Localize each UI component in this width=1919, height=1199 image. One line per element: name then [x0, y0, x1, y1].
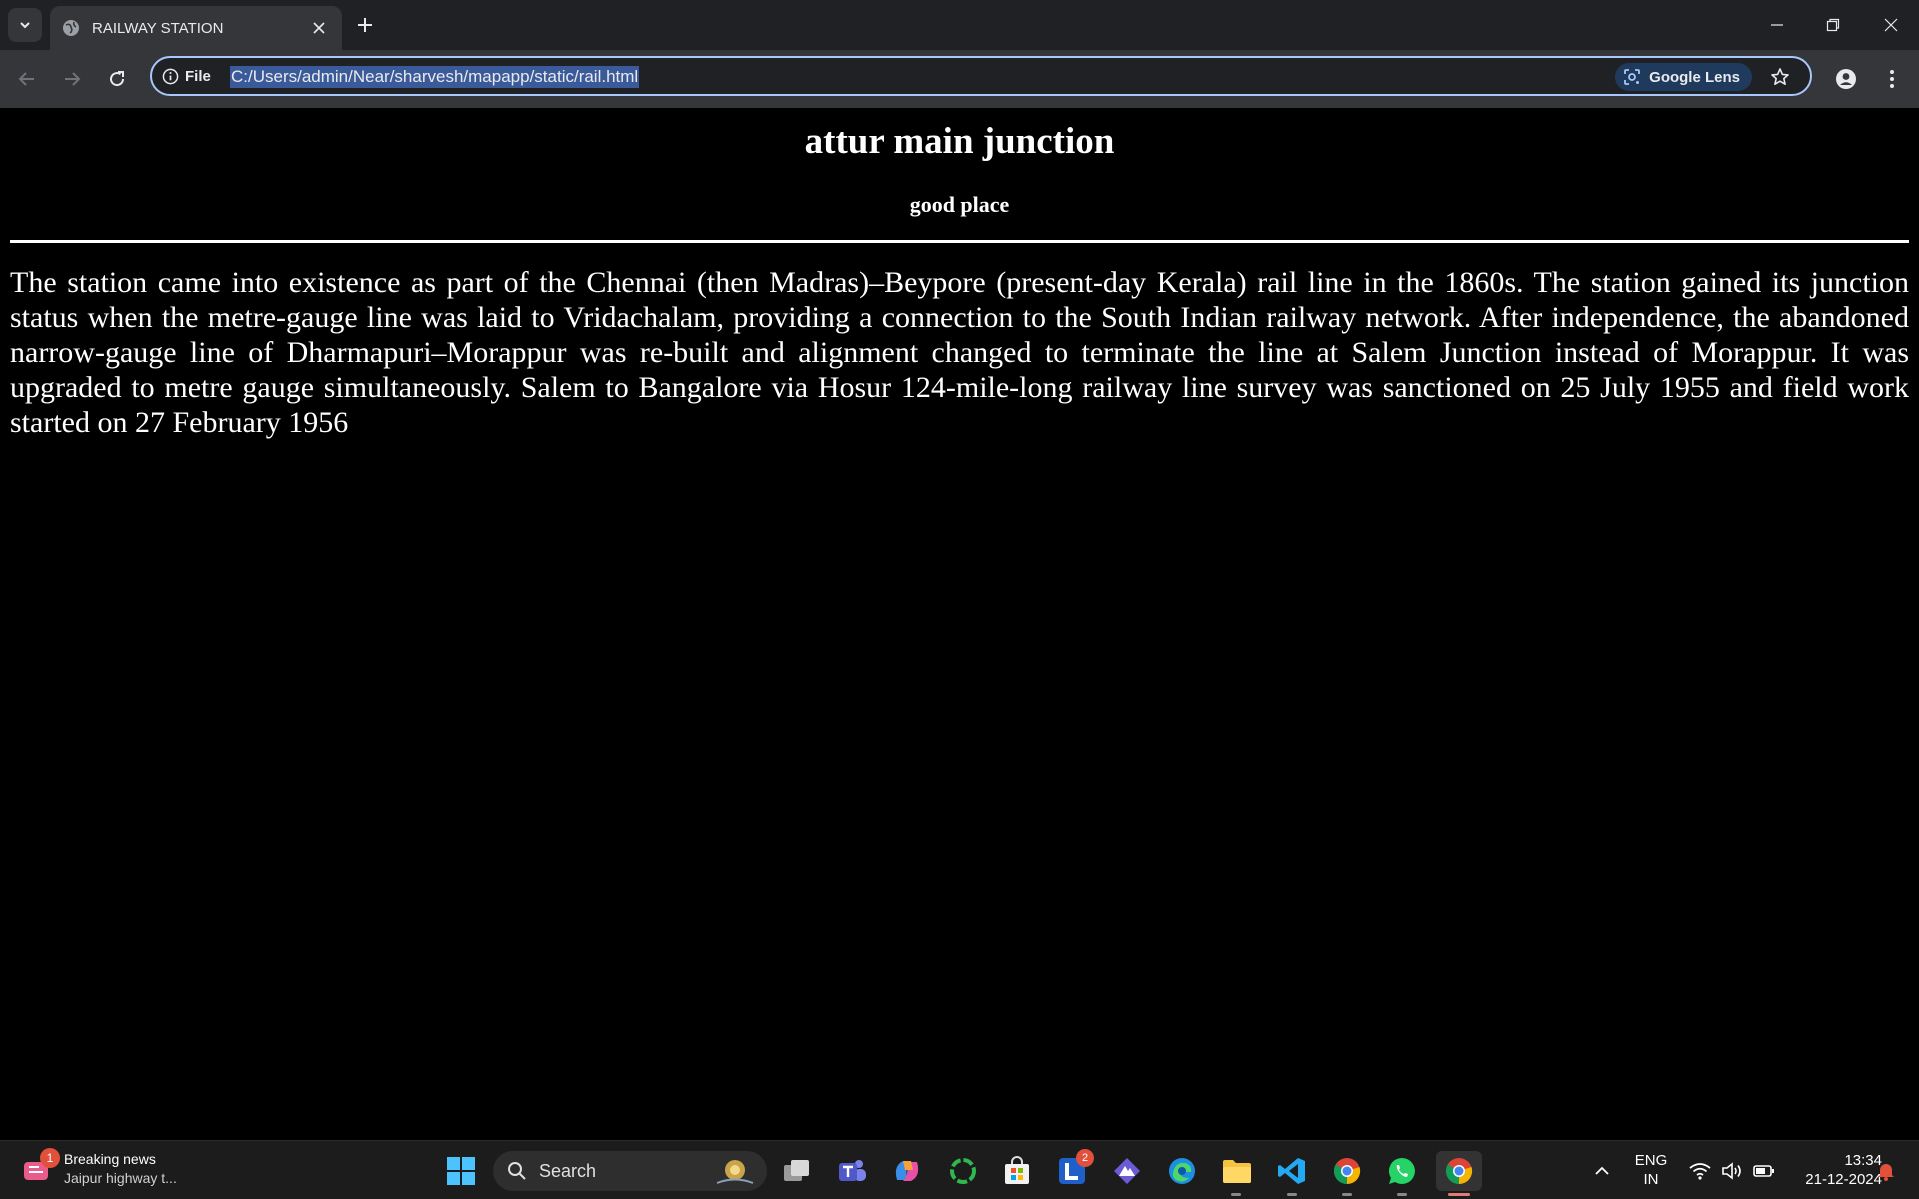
folder-icon: [1223, 1160, 1251, 1183]
minimize-icon: [1771, 24, 1783, 26]
show-hidden-icons-button[interactable]: [1582, 1151, 1622, 1191]
microsoft-store-button[interactable]: [997, 1151, 1037, 1191]
chevron-down-icon: [20, 22, 30, 29]
copilot-icon: [895, 1161, 919, 1181]
search-label: Search: [539, 1160, 597, 1181]
profile-button[interactable]: [1830, 63, 1862, 95]
task-view-icon: [784, 1160, 809, 1181]
news-widget-icon: 1: [20, 1148, 60, 1186]
reload-button[interactable]: [100, 62, 134, 96]
url-text[interactable]: C:/Users/admin/Near/sharvesh/mapapp/stat…: [230, 66, 640, 88]
back-button[interactable]: [10, 62, 44, 96]
scheme-label: File: [185, 67, 211, 85]
plus-icon: [358, 18, 372, 32]
wifi-icon: [1689, 1163, 1711, 1180]
browser-menu-button[interactable]: [1876, 63, 1908, 95]
active-indicator: [1448, 1193, 1470, 1196]
edge-button[interactable]: [1162, 1151, 1202, 1191]
google-lens-button[interactable]: Google Lens: [1615, 63, 1752, 91]
news-badge: 1: [40, 1148, 60, 1168]
running-indicator: [1287, 1193, 1297, 1196]
new-tab-button[interactable]: [352, 12, 378, 38]
web-page: attur main junction good place The stati…: [0, 108, 1919, 1140]
star-icon: [1771, 68, 1789, 85]
copilot-button[interactable]: [887, 1151, 927, 1191]
taskbar-search[interactable]: Search: [493, 1151, 767, 1191]
language-indicator[interactable]: ENG IN: [1628, 1151, 1674, 1189]
battery-icon: [1753, 1165, 1774, 1177]
teams-button[interactable]: [832, 1151, 872, 1191]
circle-app-button[interactable]: [943, 1151, 983, 1191]
search-icon: [508, 1162, 526, 1180]
quick-settings-button[interactable]: [1682, 1151, 1782, 1191]
refresh-circle-icon: [950, 1158, 976, 1184]
close-window-button[interactable]: [1864, 0, 1918, 50]
l-app-button[interactable]: 2: [1052, 1149, 1094, 1191]
volume-icon: [1722, 1162, 1741, 1180]
close-icon: [313, 22, 325, 34]
vscode-icon: [1278, 1158, 1305, 1184]
teams-icon: [839, 1160, 866, 1181]
search-highlight-icon: [716, 1160, 754, 1184]
page-subheading: good place: [909, 192, 1010, 217]
file-explorer-button[interactable]: [1217, 1151, 1257, 1191]
globe-icon: [63, 20, 79, 36]
news-subtitle: Jaipur highway t...: [64, 1170, 177, 1186]
store-icon: [1005, 1156, 1029, 1184]
windows-icon: [447, 1157, 475, 1185]
mountain-icon: [1114, 1158, 1140, 1184]
reload-icon: [110, 71, 125, 87]
page-heading: attur main junction: [804, 121, 1115, 162]
forward-button[interactable]: [55, 62, 89, 96]
address-bar[interactable]: File C:/Users/admin/Near/sharvesh/mapapp…: [150, 56, 1812, 96]
lens-icon: [1624, 69, 1641, 85]
tab-strip: RAILWAY STATION: [0, 0, 1919, 50]
chevron-up-icon: [1595, 1166, 1609, 1175]
notifications-button[interactable]: [1866, 1151, 1906, 1191]
whatsapp-icon: [1388, 1157, 1415, 1184]
close-icon: [1884, 18, 1898, 32]
arrow-right-icon: [65, 72, 81, 86]
running-indicator: [1397, 1193, 1407, 1196]
arrow-left-icon: [18, 72, 34, 86]
account-icon: [1836, 69, 1856, 89]
news-widget[interactable]: 1 Breaking news Jaipur highway t...: [20, 1148, 177, 1188]
edge-icon: [1169, 1158, 1195, 1184]
vpn-app-button[interactable]: [1107, 1151, 1147, 1191]
chrome-active-button[interactable]: [1436, 1151, 1482, 1191]
chrome-icon: [1445, 1158, 1473, 1185]
browser-toolbar: File C:/Users/admin/Near/sharvesh/mapapp…: [0, 50, 1919, 108]
site-info-chip[interactable]: File: [162, 65, 211, 87]
chrome-icon: [1333, 1158, 1361, 1185]
tab-search-button[interactable]: [8, 8, 42, 42]
news-title: Breaking news: [64, 1151, 156, 1167]
horizontal-rule: [10, 240, 1909, 243]
running-indicator: [1342, 1193, 1352, 1196]
app-badge: 2: [1076, 1149, 1094, 1167]
chrome-button[interactable]: [1327, 1151, 1367, 1191]
more-vertical-icon: [1890, 70, 1894, 88]
browser-tab[interactable]: RAILWAY STATION: [50, 6, 342, 50]
whatsapp-button[interactable]: [1382, 1151, 1422, 1191]
tab-title: RAILWAY STATION: [92, 19, 224, 37]
page-paragraph: The station came into existence as part …: [10, 266, 1909, 439]
language-line1: ENG: [1634, 1152, 1668, 1169]
bell-icon: [1878, 1164, 1894, 1181]
windows-taskbar: 1 Breaking news Jaipur highway t... Sear…: [0, 1140, 1919, 1199]
tab-close-button[interactable]: [308, 17, 330, 39]
language-line2: IN: [1643, 1171, 1659, 1188]
start-button[interactable]: [441, 1151, 481, 1191]
restore-button[interactable]: [1806, 0, 1860, 50]
task-view-button[interactable]: [777, 1151, 817, 1191]
bookmark-button[interactable]: [1768, 65, 1792, 89]
running-indicator: [1231, 1193, 1241, 1196]
minimize-button[interactable]: [1750, 0, 1804, 50]
restore-icon: [1826, 18, 1840, 32]
google-lens-label: Google Lens: [1649, 68, 1740, 86]
vscode-button[interactable]: [1272, 1151, 1312, 1191]
info-icon: [162, 68, 179, 84]
